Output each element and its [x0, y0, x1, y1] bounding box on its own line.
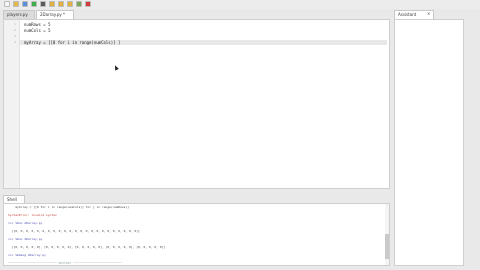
step-out-icon[interactable] — [67, 1, 73, 7]
shell-line: ─────────────────────────── RESTART ────… — [8, 261, 122, 265]
new-file-icon[interactable] — [4, 1, 10, 7]
shell-line: myArray = [[0 for i in range(numCols)] f… — [8, 205, 130, 209]
line-number: 4 — [14, 40, 16, 44]
shell-line: SyntaxError: invalid syntax — [8, 213, 57, 217]
close-icon[interactable]: × — [427, 10, 433, 19]
open-folder-icon[interactable] — [13, 1, 19, 7]
mouse-cursor-icon — [113, 64, 119, 71]
line-number: 3 — [14, 34, 16, 38]
tab-players[interactable]: players.py — [3, 10, 35, 19]
assistant-panel — [394, 19, 464, 266]
shell-tab[interactable]: Shell — [3, 195, 25, 203]
shell-line: [[0, 0, 0, 0, 0], [0, 0, 0, 0, 0], [0, 0… — [8, 245, 166, 249]
code-line[interactable]: numRows = 5 — [24, 22, 51, 27]
run-icon[interactable] — [31, 1, 37, 7]
code-line[interactable]: numCols = 5 — [24, 28, 51, 33]
resume-icon[interactable] — [76, 1, 82, 7]
shell-scrollbar[interactable] — [385, 204, 389, 265]
stop-icon[interactable] — [85, 1, 91, 7]
shell-panel[interactable]: myArray = [[0 for i in range(numCols)] f… — [3, 203, 390, 266]
code-editor[interactable]: 1 2 3 4 numRows = 5 numCols = 5 myArray … — [3, 19, 390, 189]
line-number: 1 — [14, 22, 16, 26]
shell-line: [[0, 0, 0, 0, 0, 0, 0, 0, 0, 0, 0, 0, 0,… — [8, 229, 140, 233]
shell-line: >>> %Run 2Darray.py — [8, 221, 43, 225]
step-over-icon[interactable] — [49, 1, 55, 7]
shell-line: >>> %Debug 2Darray.py — [8, 253, 46, 257]
save-icon[interactable] — [22, 1, 28, 7]
line-number: 2 — [14, 28, 16, 32]
shell-line: >>> %Run 2Darray.py — [8, 237, 43, 241]
tab-2darray[interactable]: 2Darray.py * — [36, 10, 74, 19]
debug-icon[interactable] — [40, 1, 46, 7]
step-into-icon[interactable] — [58, 1, 64, 7]
code-line[interactable]: myArray = [[0 for i in range(numCols)] ] — [24, 40, 120, 45]
line-number-gutter: 1 2 3 4 — [4, 20, 20, 188]
toolbar — [0, 0, 480, 9]
scrollbar-thumb[interactable] — [385, 234, 389, 259]
